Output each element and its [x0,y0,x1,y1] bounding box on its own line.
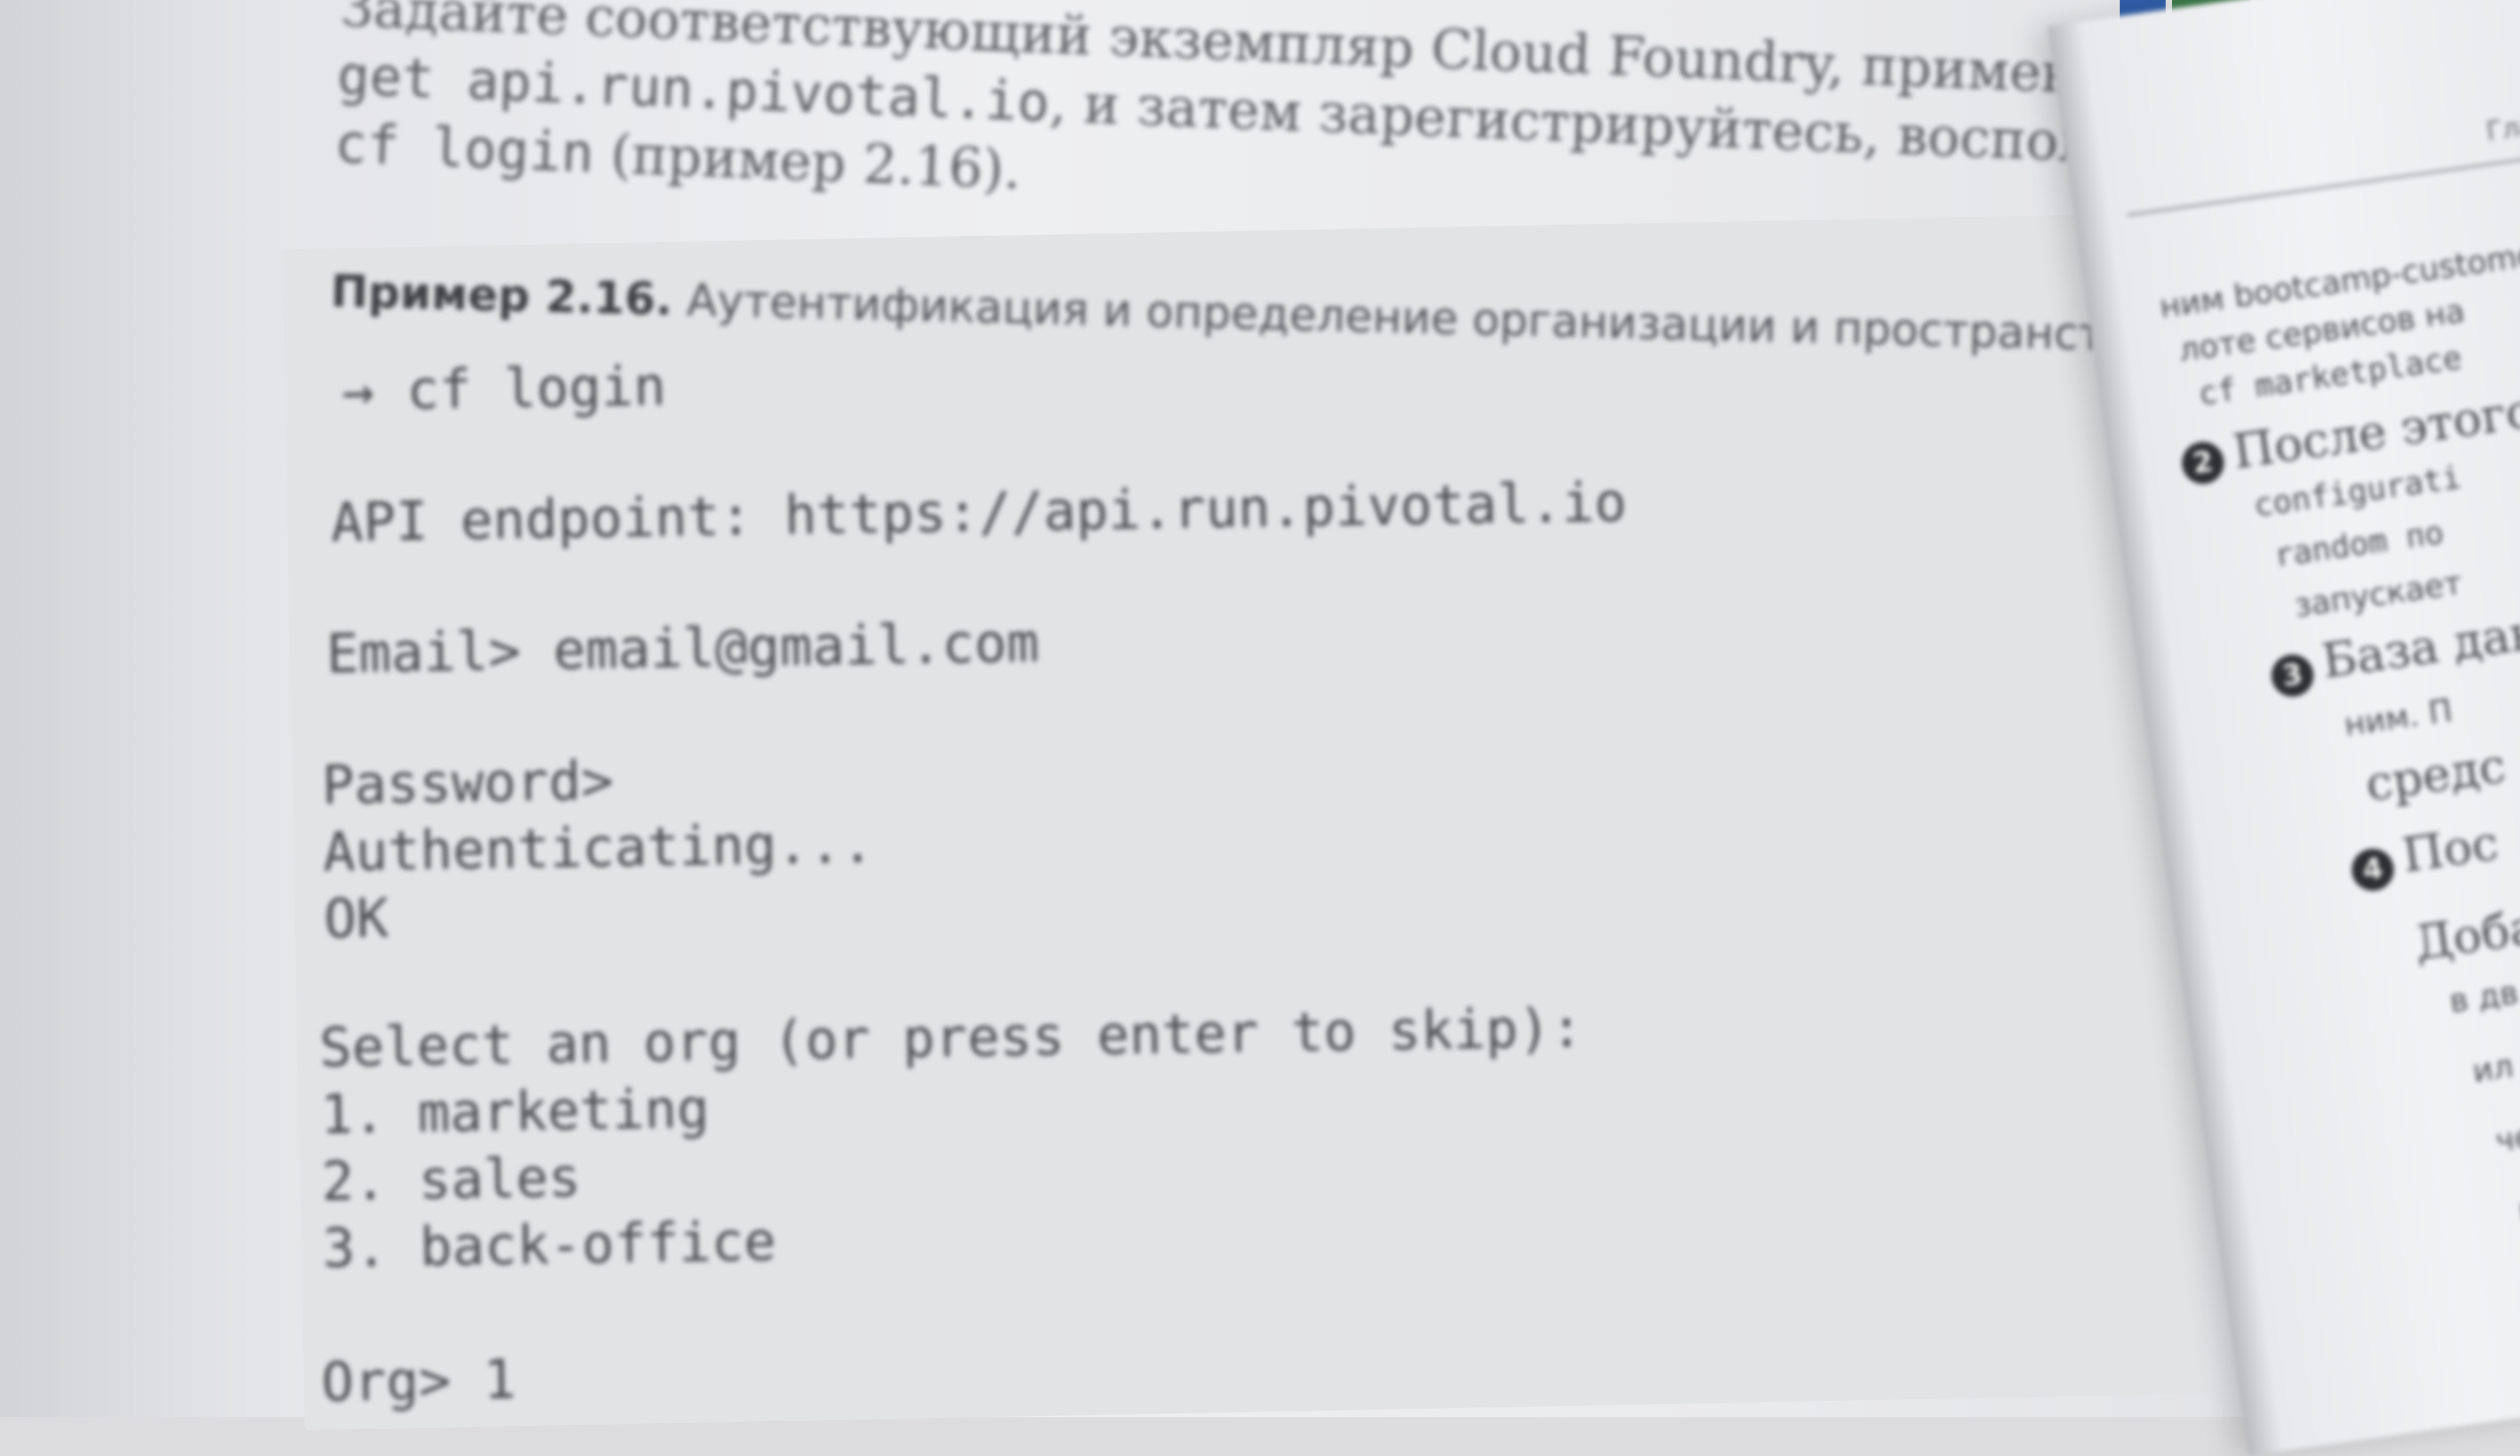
right-text-line: random по [2271,514,2446,575]
code-org-prompt: Org> 1 [321,1348,516,1415]
right-text-line: че [2493,1117,2520,1160]
right-text-line: п [2516,1190,2520,1230]
code-option: 2. sales [321,1146,581,1213]
right-text-line: ним. П [2342,692,2455,744]
intro-line-3-text: (пример 2.16). [592,123,1022,201]
intro-command-login: cf login [333,112,595,185]
code-option: 3. back-office [322,1211,777,1280]
code-option: 1. marketing [320,1077,710,1147]
listing-caption-label: Пример 2.16. [330,266,673,326]
code-email: Email> email@gmail.com [326,612,1040,686]
code-password: Password> [321,749,614,817]
numbered-bullet-icon: 4 [2349,846,2397,894]
right-text-line: Пос [2399,815,2502,883]
right-text-line: ил [2470,1047,2516,1091]
right-text-line: средс [2362,738,2510,812]
code-prompt-line: → cf login [341,355,667,423]
right-text-line: запускает [2292,564,2465,625]
right-page-header: Глава [2484,106,2520,148]
code-authenticating: Authenticating... [322,812,874,884]
right-text-line: в дв [2447,974,2520,1020]
numbered-bullet-icon: 3 [2269,652,2317,699]
code-ok: OK [323,887,390,951]
numbered-bullet-icon: 2 [2179,439,2227,487]
right-page-rule [2126,150,2520,217]
right-text-line: Добав [2411,895,2520,971]
